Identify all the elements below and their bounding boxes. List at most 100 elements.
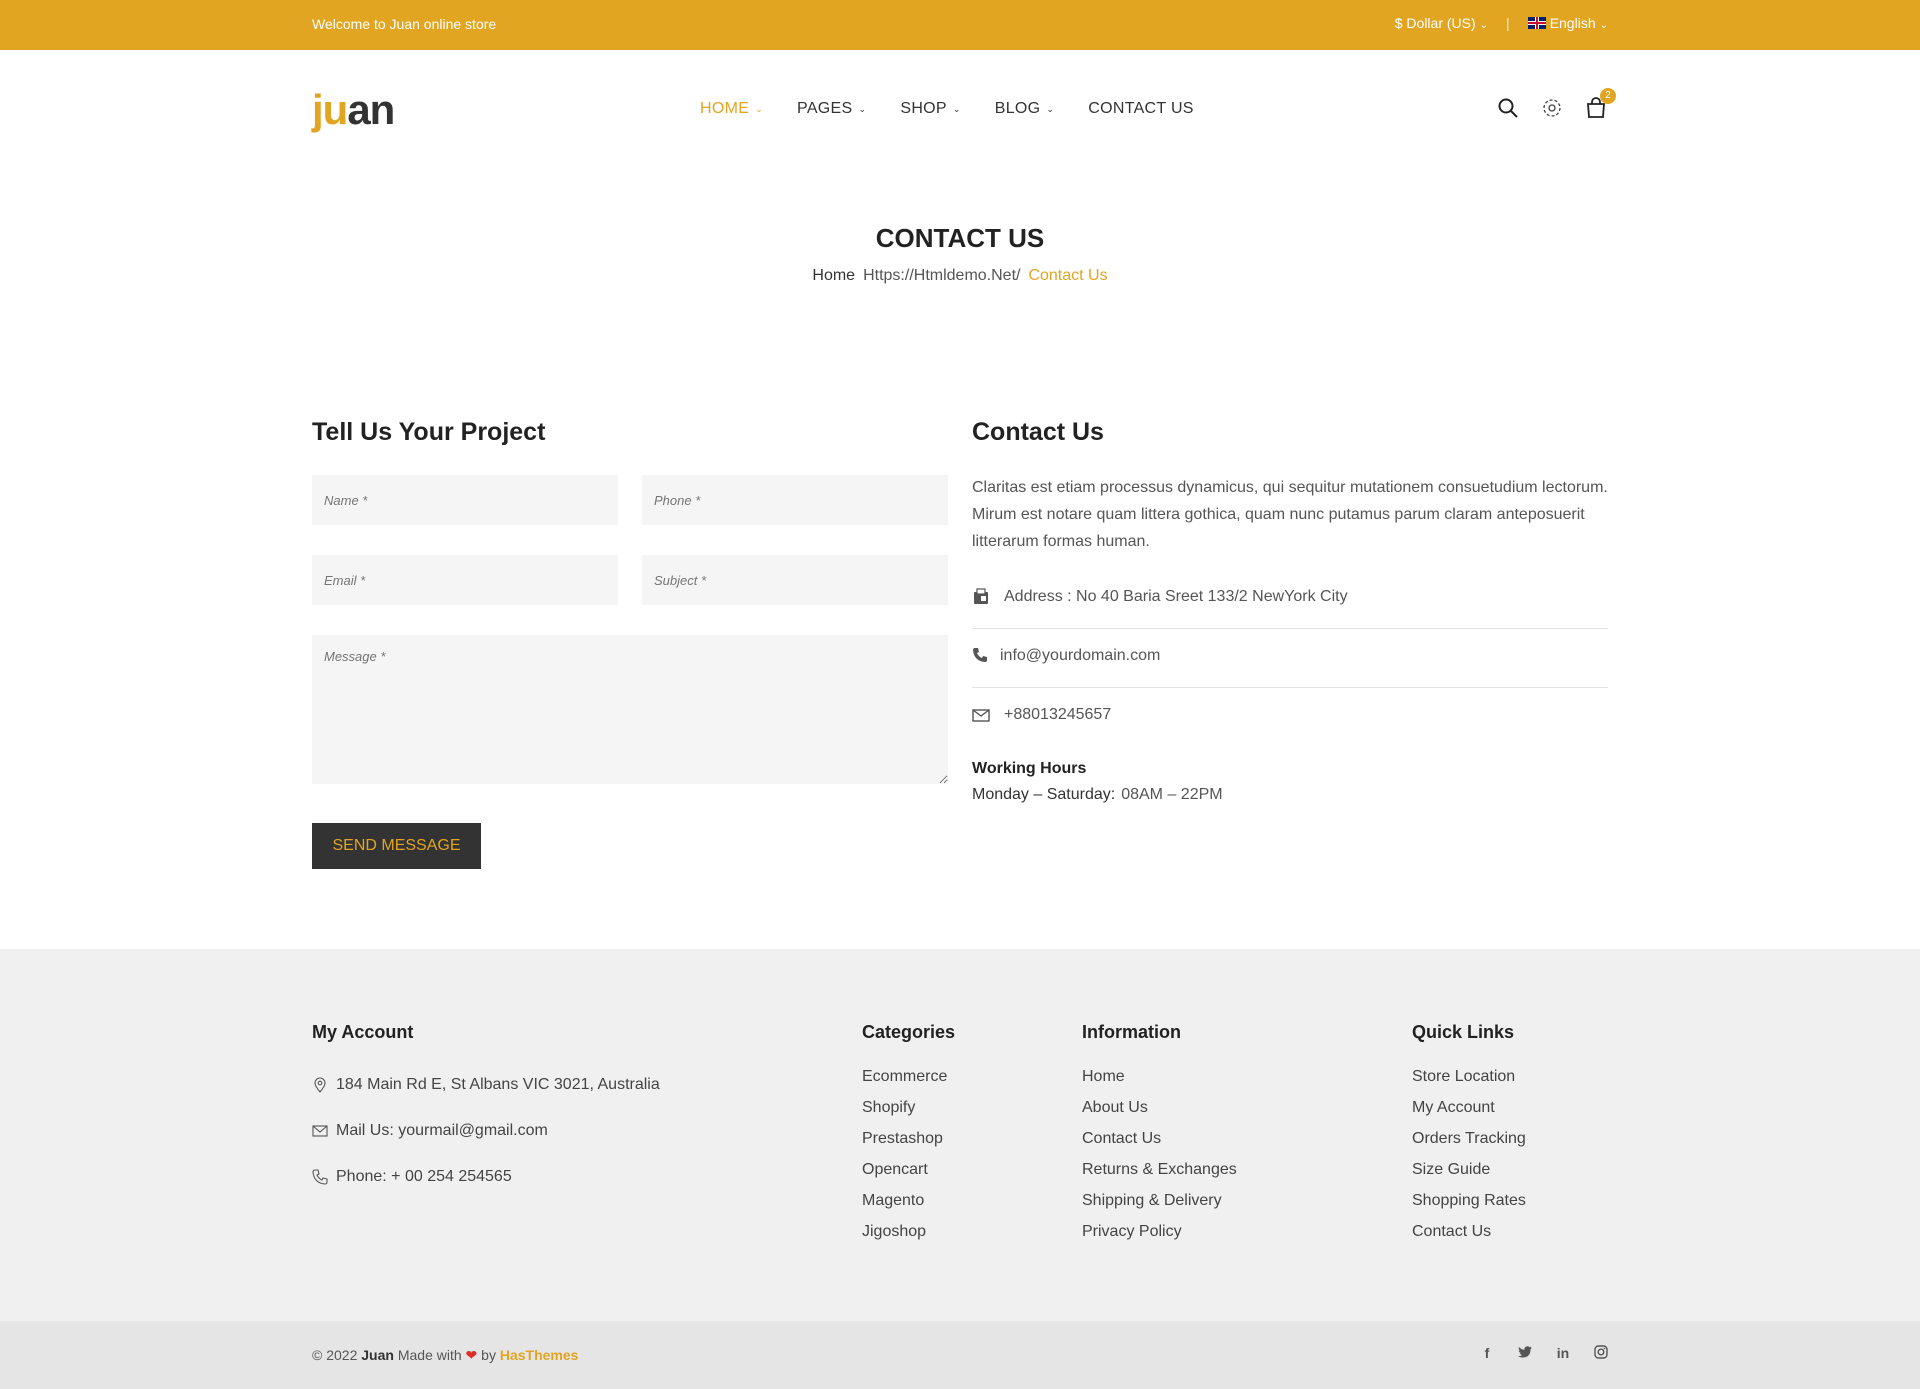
main-nav: HOME ⌄ PAGES ⌄ SHOP ⌄ BLOG ⌄ CONTACT US — [700, 100, 1228, 118]
email-field[interactable] — [312, 555, 618, 605]
logo[interactable]: juan — [312, 86, 395, 134]
linkedin-icon[interactable]: in — [1556, 1345, 1570, 1362]
breadcrumb-home[interactable]: Home — [812, 267, 855, 284]
heart-icon: ❤ — [465, 1347, 478, 1363]
logo-rest: an — [347, 86, 395, 133]
breadcrumb: Home Https://Htmldemo.Net/Contact Us — [0, 267, 1920, 285]
chevron-down-icon: ⌄ — [1046, 103, 1055, 114]
uk-flag-icon — [1527, 17, 1546, 29]
footer-link-home[interactable]: Home — [1082, 1068, 1125, 1086]
chevron-down-icon: ⌄ — [952, 103, 961, 114]
instagram-icon[interactable] — [1594, 1345, 1608, 1362]
footer-link-shopping-rates[interactable]: Shopping Rates — [1412, 1192, 1526, 1210]
divider — [972, 628, 1608, 629]
cart-count-badge: 2 — [1600, 88, 1616, 104]
footer: My Account 184 Main Rd E, St Albans VIC … — [0, 949, 1920, 1321]
topbar-settings: $ Dollar (US) ⌄ | English ⌄ — [1395, 15, 1608, 31]
currency-selector[interactable]: $ Dollar (US) ⌄ — [1395, 15, 1488, 31]
working-time: 08AM – 22PM — [1121, 786, 1223, 803]
facebook-icon[interactable]: f — [1480, 1345, 1494, 1362]
address-row: Address : No 40 Baria Sreet 133/2 NewYor… — [972, 588, 1608, 606]
send-message-button[interactable]: SEND MESSAGE — [312, 823, 481, 869]
nav-label: PAGES — [797, 100, 853, 117]
envelope-icon — [312, 1123, 328, 1139]
footer-mail-text[interactable]: Mail Us: yourmail@gmail.com — [336, 1122, 548, 1140]
nav-item-shop[interactable]: SHOP ⌄ — [900, 100, 960, 118]
footer-information-title: Information — [1082, 1022, 1181, 1042]
copyright-prefix: © 2022 — [312, 1347, 358, 1363]
nav-item-blog[interactable]: BLOG ⌄ — [995, 100, 1055, 118]
chevron-down-icon: ⌄ — [858, 103, 867, 114]
footer-link-my-account[interactable]: My Account — [1412, 1099, 1495, 1117]
nav-label: HOME — [700, 100, 750, 117]
footer-link-shopify[interactable]: Shopify — [862, 1099, 915, 1117]
fax-icon — [972, 588, 990, 606]
chevron-down-icon: ⌄ — [1599, 20, 1608, 31]
nav-item-contact[interactable]: CONTACT US — [1088, 100, 1194, 118]
message-field[interactable] — [312, 635, 948, 784]
nav-item-home[interactable]: HOME ⌄ — [700, 100, 763, 118]
form-title: Tell Us Your Project — [312, 418, 546, 446]
currency-label: $ Dollar (US) — [1394, 15, 1476, 31]
footer-account-title: My Account — [312, 1022, 414, 1042]
footer-link-shipping[interactable]: Shipping & Delivery — [1082, 1192, 1222, 1210]
divider: | — [1506, 15, 1510, 31]
settings-icon[interactable] — [1540, 96, 1564, 120]
footer-quicklinks-title: Quick Links — [1412, 1022, 1515, 1042]
footer-link-about[interactable]: About Us — [1082, 1099, 1148, 1117]
footer-link-store-location[interactable]: Store Location — [1412, 1068, 1515, 1086]
footer-link-magento[interactable]: Magento — [862, 1192, 924, 1210]
envelope-icon — [972, 706, 990, 724]
phone-icon — [972, 647, 990, 665]
footer-phone-text[interactable]: Phone: + 00 254 254565 — [336, 1168, 512, 1186]
footer-link-contact[interactable]: Contact Us — [1082, 1130, 1161, 1148]
nav-item-pages[interactable]: PAGES ⌄ — [797, 100, 866, 118]
chevron-down-icon: ⌄ — [1479, 20, 1489, 31]
footer-phone: Phone: + 00 254 254565 — [312, 1168, 512, 1186]
footer-link-size-guide[interactable]: Size Guide — [1412, 1161, 1490, 1179]
location-pin-icon — [312, 1077, 328, 1093]
footer-link-ecommerce[interactable]: Ecommerce — [862, 1068, 947, 1086]
author-link[interactable]: HasThemes — [500, 1347, 579, 1363]
working-days: Monday – Saturday: — [972, 786, 1116, 803]
nav-label: SHOP — [900, 100, 947, 117]
contact-title: Contact Us — [972, 418, 1104, 446]
footer-categories-title: Categories — [862, 1022, 956, 1042]
footer-link-orders-tracking[interactable]: Orders Tracking — [1412, 1130, 1526, 1148]
name-field[interactable] — [312, 475, 618, 525]
page-title: CONTACT US — [875, 223, 1045, 253]
nav-label: BLOG — [994, 100, 1041, 117]
copyright-by: by — [481, 1347, 496, 1363]
email-row: info@yourdomain.com — [972, 647, 1608, 665]
copyright-brand: Juan — [361, 1347, 394, 1363]
phone-icon — [312, 1169, 328, 1185]
email-text[interactable]: info@yourdomain.com — [1000, 647, 1160, 665]
phone-field[interactable] — [642, 475, 948, 525]
footer-link-prestashop[interactable]: Prestashop — [862, 1130, 943, 1148]
breadcrumb-current: Contact Us — [1028, 267, 1108, 284]
social-links: f in — [1456, 1345, 1608, 1362]
footer-link-returns[interactable]: Returns & Exchanges — [1082, 1161, 1237, 1179]
phone-text[interactable]: +88013245657 — [1004, 706, 1111, 724]
copyright-text: © 2022 Juan Made with ❤ by HasThemes — [312, 1347, 578, 1364]
copyright-bar: © 2022 Juan Made with ❤ by HasThemes f i… — [0, 1321, 1920, 1389]
cart-icon[interactable]: 2 — [1584, 88, 1616, 120]
language-selector[interactable]: English ⌄ — [1527, 15, 1608, 31]
footer-link-jigoshop[interactable]: Jigoshop — [862, 1223, 926, 1241]
footer-mail: Mail Us: yourmail@gmail.com — [312, 1122, 548, 1140]
divider — [972, 687, 1608, 688]
copyright-made-with: Made with — [397, 1347, 462, 1363]
footer-link-contact-us[interactable]: Contact Us — [1412, 1223, 1491, 1241]
twitter-icon[interactable] — [1518, 1345, 1532, 1362]
footer-link-privacy[interactable]: Privacy Policy — [1082, 1223, 1182, 1241]
logo-accent: ju — [312, 86, 348, 133]
working-hours: Monday – Saturday: 08AM – 22PM — [972, 786, 1223, 804]
phone-row: +88013245657 — [972, 706, 1608, 724]
footer-address: 184 Main Rd E, St Albans VIC 3021, Austr… — [312, 1076, 660, 1094]
nav-label: CONTACT US — [1088, 100, 1194, 117]
subject-field[interactable] — [642, 555, 948, 605]
chevron-down-icon: ⌄ — [755, 103, 764, 114]
welcome-text: Welcome to Juan online store — [312, 16, 497, 32]
footer-link-opencart[interactable]: Opencart — [862, 1161, 928, 1179]
search-icon[interactable] — [1496, 96, 1520, 120]
